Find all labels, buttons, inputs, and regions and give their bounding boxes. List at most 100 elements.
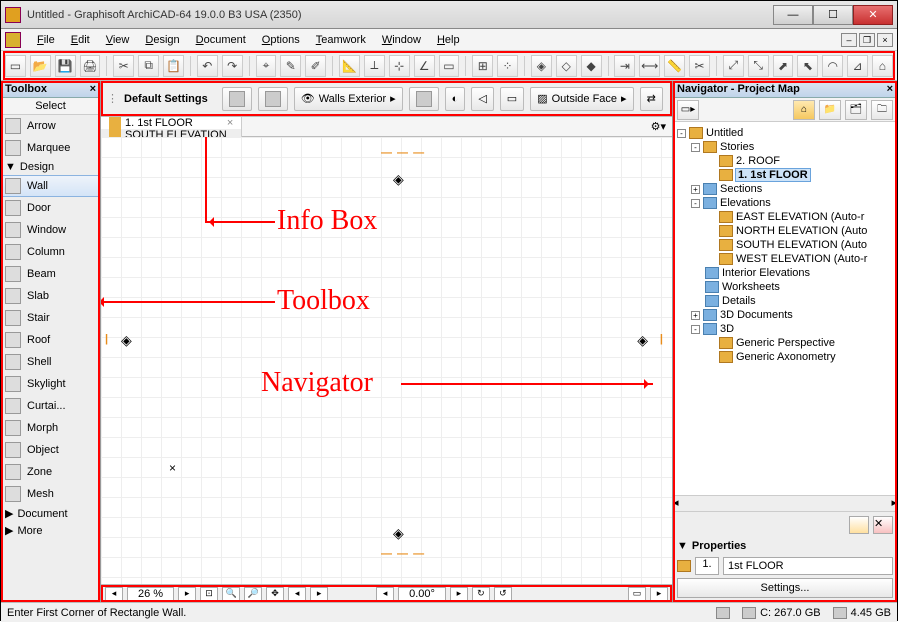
tree-item[interactable]: 1. 1st FLOOR <box>675 168 895 182</box>
tree-item[interactable]: Details <box>675 294 895 308</box>
tool-stair[interactable]: Stair <box>1 307 100 329</box>
nav-tab2-icon[interactable]: 📁 <box>819 100 841 120</box>
new-view-button[interactable] <box>849 516 869 534</box>
tree-item[interactable]: -3D <box>675 322 895 336</box>
tool-door[interactable]: Door <box>1 197 100 219</box>
menu-file[interactable]: File <box>29 32 63 48</box>
flip-button[interactable]: ⇄ <box>640 87 663 111</box>
tree-item[interactable]: NORTH ELEVATION (Auto <box>675 224 895 238</box>
mdi-minimize[interactable]: – <box>841 33 857 47</box>
tree-item[interactable]: Generic Perspective <box>675 336 895 350</box>
tree-item[interactable]: SOUTH ELEVATION (Auto <box>675 238 895 252</box>
save-icon[interactable]: 💾 <box>55 55 76 77</box>
tool-slab[interactable]: Slab <box>1 285 100 307</box>
menu-help[interactable]: Help <box>429 32 468 48</box>
expander-document[interactable]: ▶Document <box>1 505 100 522</box>
zoom-field[interactable]: 26 % <box>127 587 174 601</box>
eyedrop-icon[interactable]: ✐ <box>305 55 326 77</box>
snap3-icon[interactable]: ∠ <box>414 55 435 77</box>
delete-view-button[interactable]: ✕ <box>873 516 893 534</box>
angle-right-icon[interactable]: ▸ <box>450 587 468 601</box>
menu-window[interactable]: Window <box>374 32 429 48</box>
angle-field[interactable]: 0.00° <box>398 587 446 601</box>
minimize-button[interactable]: — <box>773 5 813 25</box>
nav-hscroll[interactable]: ◂▸ <box>673 495 897 511</box>
tree-item[interactable]: -Untitled <box>675 126 895 140</box>
trace-icon[interactable]: ▭ <box>628 587 646 601</box>
redo-icon[interactable]: ↷ <box>222 55 243 77</box>
mdi-close[interactable]: × <box>877 33 893 47</box>
cut2-icon[interactable]: ✂ <box>689 55 710 77</box>
tabs-gear-icon[interactable]: ⚙▾ <box>645 117 672 136</box>
tree-item[interactable]: Worksheets <box>675 280 895 294</box>
t8-icon[interactable]: ◠ <box>822 55 843 77</box>
layer-button[interactable] <box>258 87 288 111</box>
t7-icon[interactable]: ⬉ <box>797 55 818 77</box>
orbit2-icon[interactable]: ↺ <box>494 587 512 601</box>
select-icon[interactable]: ⌖ <box>256 55 277 77</box>
settings-button[interactable] <box>222 87 252 111</box>
tree-item[interactable]: -Stories <box>675 140 895 154</box>
tree-item[interactable]: Generic Axonometry <box>675 350 895 364</box>
undo-icon[interactable]: ↶ <box>197 55 218 77</box>
canvas[interactable]: — — — ◈ | ◈ | ◈ — — — ◈ × Info Box Toolb… <box>101 137 672 584</box>
tool-skylight[interactable]: Skylight <box>1 373 100 395</box>
grid-icon[interactable]: ⊞ <box>472 55 493 77</box>
menu-view[interactable]: View <box>98 32 138 48</box>
tool-window[interactable]: Window <box>1 219 100 241</box>
mdi-restore[interactable]: ❐ <box>859 33 875 47</box>
tab-0[interactable]: 1. 1st FLOOR× <box>101 117 242 129</box>
layer-combo[interactable]: 👁Walls Exterior▸ <box>294 87 403 111</box>
snap4-icon[interactable]: ▭ <box>439 55 460 77</box>
tool-column[interactable]: Column <box>1 241 100 263</box>
expander-icon[interactable]: + <box>691 311 700 320</box>
tab-close-icon[interactable]: × <box>227 117 233 129</box>
scroll-left-icon[interactable]: ◂ <box>105 587 123 601</box>
nav-tab1-icon[interactable]: ⌂ <box>793 100 815 120</box>
tree-item[interactable]: EAST ELEVATION (Auto-r <box>675 210 895 224</box>
refline-combo[interactable]: ▨Outside Face▸ <box>530 87 633 111</box>
tool-roof[interactable]: Roof <box>1 329 100 351</box>
tree-item[interactable]: 2. ROOF <box>675 154 895 168</box>
geom4-button[interactable]: ▭ <box>500 87 524 111</box>
menu-document[interactable]: Document <box>188 32 254 48</box>
paste-icon[interactable]: 📋 <box>163 55 184 77</box>
tool-arrow[interactable]: Arrow <box>1 115 100 137</box>
t5-icon[interactable]: ⤡ <box>748 55 769 77</box>
t2-icon[interactable]: ◇ <box>556 55 577 77</box>
copy-icon[interactable]: ⧉ <box>138 55 159 77</box>
tree-item[interactable]: -Elevations <box>675 196 895 210</box>
t4-icon[interactable]: ⤢ <box>723 55 744 77</box>
tool-zone[interactable]: Zone <box>1 461 100 483</box>
tree-item[interactable]: +Sections <box>675 182 895 196</box>
open-icon[interactable]: 📂 <box>30 55 51 77</box>
tool-mesh[interactable]: Mesh <box>1 483 100 505</box>
tree-item[interactable]: WEST ELEVATION (Auto-r <box>675 252 895 266</box>
orbit-icon[interactable]: ↻ <box>472 587 490 601</box>
tree-item[interactable]: +3D Documents <box>675 308 895 322</box>
expander-icon[interactable]: - <box>677 129 686 138</box>
menu-design[interactable]: Design <box>137 32 187 48</box>
expander-icon[interactable]: - <box>691 143 700 152</box>
print-icon[interactable]: 🖨 <box>80 55 101 77</box>
story-number-field[interactable]: 1. <box>695 557 719 575</box>
tool-object[interactable]: Object <box>1 439 100 461</box>
cut-icon[interactable]: ✂ <box>113 55 134 77</box>
next-view-icon[interactable]: ▸ <box>310 587 328 601</box>
nav-mode-button[interactable]: ▭▸ <box>677 100 699 120</box>
zoom-in-icon[interactable]: 🔍 <box>222 587 240 601</box>
align-icon[interactable]: ⇥ <box>614 55 635 77</box>
story-name-field[interactable]: 1st FLOOR <box>723 557 893 575</box>
tool-marquee[interactable]: Marquee <box>1 137 100 159</box>
new-icon[interactable]: ▭ <box>5 55 26 77</box>
close-button[interactable]: ✕ <box>853 5 893 25</box>
geom2-button[interactable]: ◐ <box>445 87 466 111</box>
pan-icon[interactable]: ✥ <box>266 587 284 601</box>
tree-item[interactable]: Interior Elevations <box>675 266 895 280</box>
settings-button[interactable]: Settings... <box>677 578 893 598</box>
measure-icon[interactable]: 📐 <box>339 55 360 77</box>
tool-morph[interactable]: Morph <box>1 417 100 439</box>
geom3-button[interactable]: ◁ <box>471 87 493 111</box>
menu-teamwork[interactable]: Teamwork <box>308 32 374 48</box>
t9-icon[interactable]: ⊿ <box>847 55 868 77</box>
